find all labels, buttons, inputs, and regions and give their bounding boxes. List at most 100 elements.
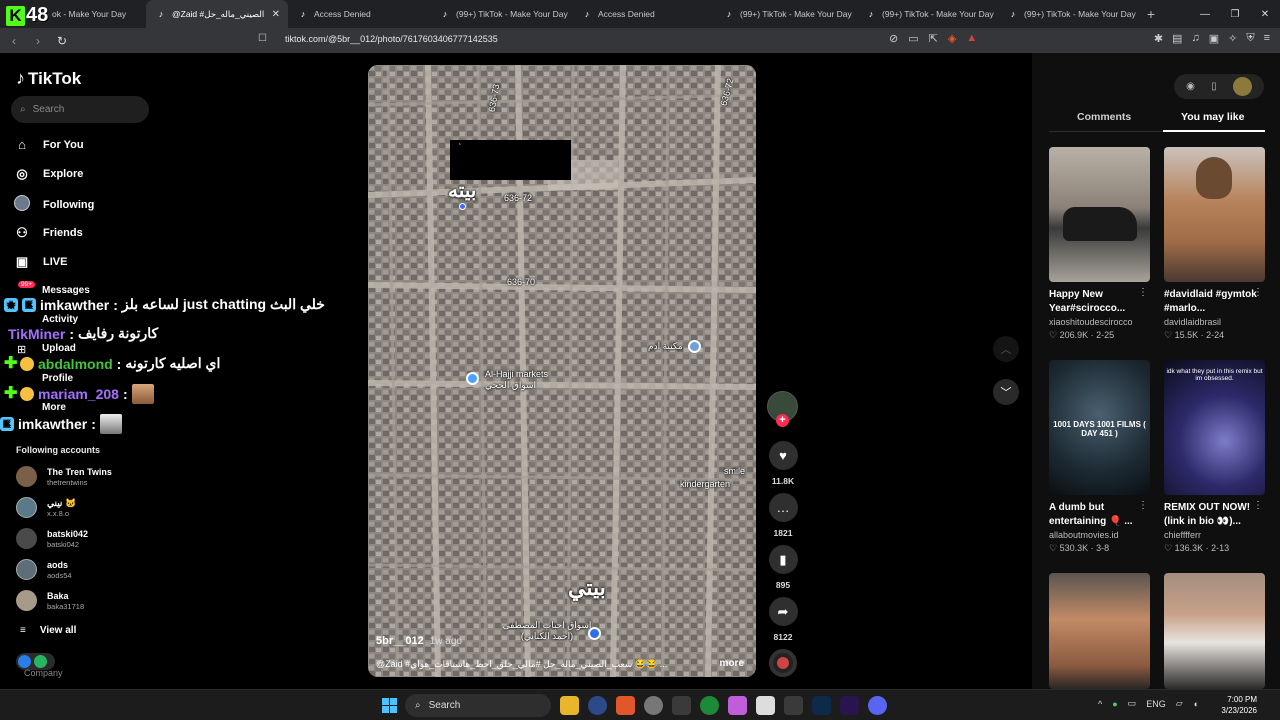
share-action[interactable]: ➦ 8122 [765,597,801,642]
browser-tab[interactable]: ♪ (99+) TikTok - Make Your Day [430,0,572,28]
reload-icon[interactable]: ↻ [52,34,72,48]
leo-icon[interactable]: ✧ [1228,32,1237,45]
bookmark-icon[interactable]: ☐ [258,33,267,44]
nav-more[interactable]: More [42,402,66,413]
nav-profile[interactable]: Profile [42,373,73,384]
chevron-up-icon[interactable]: ^ [1098,699,1102,709]
browser-tab[interactable]: ♪ (99+) TikTok - Make Your Day [856,0,998,28]
keyboard-icon[interactable]: ▭ [1128,698,1137,709]
save-action[interactable]: ▮ 895 [765,545,801,590]
recommended-video-card[interactable] [1049,573,1150,689]
start-icon[interactable] [382,698,397,713]
photoshop-icon[interactable] [812,696,831,715]
following-account[interactable]: The Tren Twins thetrentwins [16,466,112,487]
taskbar-clock[interactable]: 7:00 PM 3/23/2026 [1221,694,1257,716]
chrome-icon[interactable] [644,696,663,715]
nav-activity[interactable]: Activity [42,314,78,325]
previous-post-button[interactable]: ︿ [993,336,1019,362]
browser-tab[interactable]: ♪ (99+) TikTok - Make Your Day [998,0,1140,28]
more-menu-icon[interactable]: ⋮ [1253,287,1263,298]
new-tab-button[interactable]: + [1140,6,1162,22]
bookmark-icon[interactable]: ▮ [768,545,798,574]
calculator-icon[interactable] [784,696,803,715]
brave-icon[interactable] [616,696,635,715]
following-account[interactable]: aods aods54 [16,559,72,580]
nav-messages[interactable]: Messages [42,285,90,296]
tab-comments[interactable]: Comments [1077,111,1131,123]
search-input[interactable]: ⌕ Search [11,96,149,123]
following-account[interactable]: نيني 🐱 x.x.8.o [16,497,76,518]
more-menu-icon[interactable]: ⋮ [1138,500,1148,511]
nav-live[interactable]: ▣ LIVE [14,254,68,270]
browser-tab[interactable]: ♪ (99+) TikTok - Make Your Day [714,0,856,28]
coin-icon[interactable]: ◉ [1186,81,1195,92]
mic-icon[interactable]: ● [1112,699,1117,709]
share-icon[interactable]: ⇱ [929,32,938,45]
nav-for-you[interactable]: ⌂ For You [14,137,83,152]
post-author[interactable]: 5br__012 1w ago [376,635,462,647]
follow-plus-icon[interactable]: + [776,414,789,427]
recommended-video-card[interactable]: 1001 DAYS 1001 FILMS ( DAY 451 ) ⋮ A dum… [1049,360,1150,554]
recommended-video-card[interactable]: ⋮ Happy New Year#scirocco... xiaoshitoud… [1049,147,1150,341]
language-indicator[interactable]: ENG [1146,699,1166,709]
photos-icon[interactable] [728,696,747,715]
user-avatar[interactable] [1232,77,1252,96]
music-icon[interactable]: ♫ [1191,32,1199,45]
browser-tab-active[interactable]: ♪@Zaid #الصيني_ماله_حل ...✕ [146,0,288,28]
photo-post-viewer[interactable]: ‘ بيته 636-72 636-70 636-73 636-72 مكتبة… [368,65,756,677]
more-button[interactable]: more [720,658,744,669]
premiere-icon[interactable] [840,696,859,715]
close-window-icon[interactable]: ✕ [1250,0,1280,28]
browser-tab[interactable]: ♪ Access Denied [288,0,430,28]
extensions-icon[interactable]: ✱ [1154,32,1163,45]
recommended-video-card[interactable]: idk what they put in this remix but im o… [1164,360,1265,554]
heart-icon[interactable]: ♥ [768,441,798,470]
menu-icon[interactable]: ≡ [1264,32,1270,45]
sidebar-icon[interactable]: ▤ [1172,32,1182,45]
wifi-icon[interactable]: ▱ [1176,698,1183,709]
file-explorer-icon[interactable] [560,696,579,715]
minimize-icon[interactable]: — [1190,0,1220,28]
maximize-icon[interactable]: ❐ [1220,0,1250,28]
volume-icon[interactable]: ◖ [1193,699,1198,709]
taskbar-search[interactable]: ⌕ Search [405,694,551,717]
close-tab-icon[interactable]: ✕ [272,9,280,20]
nav-friends[interactable]: ⚇ Friends [14,225,83,241]
sound-disc-icon[interactable] [769,649,797,677]
comment-action[interactable]: … 1821 [765,493,801,538]
recommended-video-card[interactable] [1164,573,1265,689]
wallet-icon[interactable]: ▣ [1209,32,1219,45]
view-all-link[interactable]: ≡ View all [20,625,76,636]
nav-following[interactable]: Following [14,195,94,214]
capcut-icon[interactable] [756,696,775,715]
brave-shield-icon[interactable]: ◈ [948,32,956,45]
recommended-video-card[interactable]: ⋮ #davidlaid #gymtok #marlo... davidlaid… [1164,147,1265,341]
url-field[interactable]: tiktok.com/@5br__012/photo/7617603406777… [285,34,498,44]
xbox-icon[interactable] [700,696,719,715]
cast-icon[interactable]: ▭ [908,32,918,45]
cortana-icon[interactable] [588,696,607,715]
forward-icon[interactable]: › [28,34,48,48]
next-post-button[interactable]: ﹀ [993,379,1019,405]
following-account[interactable]: Baka baka31718 [16,590,84,611]
comment-icon[interactable]: … [768,493,798,522]
nav-explore[interactable]: ◎ Explore [14,166,83,182]
following-account[interactable]: batski042 batski042 [16,528,88,549]
more-menu-icon[interactable]: ⋮ [1253,500,1263,511]
share-arrow-icon[interactable]: ➦ [768,597,798,626]
capture-icon[interactable] [672,696,691,715]
back-icon[interactable]: ‹ [4,34,24,48]
like-action[interactable]: ♥ 11.8K [765,441,801,486]
nav-upload[interactable]: Upload [42,343,76,354]
discord-icon[interactable] [868,696,887,715]
vpn-icon[interactable]: ⛨ [1246,32,1254,45]
no-tracking-icon[interactable]: ⊘ [889,32,898,45]
rewards-icon[interactable]: ▲ [966,32,977,45]
more-menu-icon[interactable]: ⋮ [1138,287,1148,298]
company-link[interactable]: Company [24,668,63,678]
notification-badge: 99+ [18,281,36,288]
browser-tab[interactable]: ♪ Access Denied [572,0,714,28]
tab-you-may-like[interactable]: You may like [1181,111,1244,123]
device-icon[interactable]: ▯ [1211,81,1217,92]
tiktok-logo[interactable]: ♪ TikTok [16,68,81,89]
